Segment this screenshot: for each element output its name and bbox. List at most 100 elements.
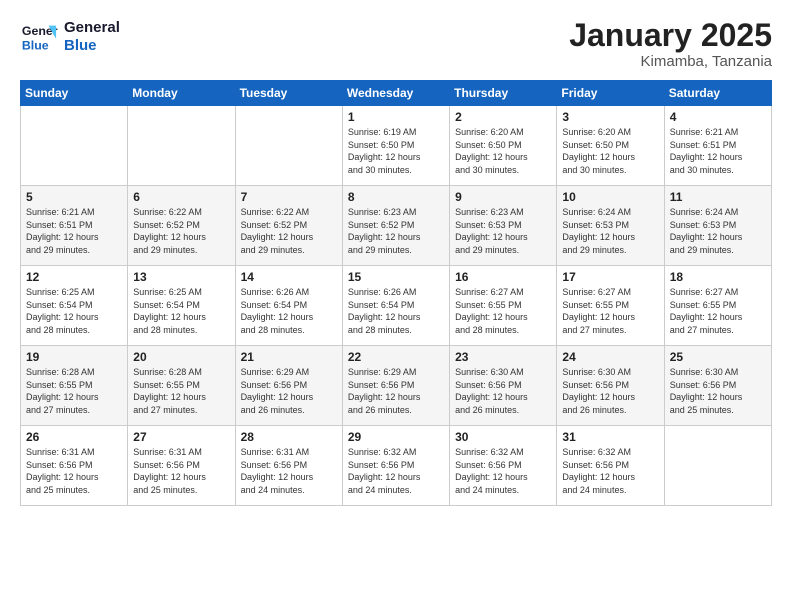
day-cell: 16Sunrise: 6:27 AM Sunset: 6:55 PM Dayli… <box>450 266 557 346</box>
day-number: 24 <box>562 350 658 364</box>
week-row-5: 26 Sunrise: 6:31 AM Sunset: 6:56 PM Dayli… <box>21 426 772 506</box>
day-number: 7 <box>241 190 337 204</box>
day-info: Sunrise: 6:30 AM Sunset: 6:56 PM Dayligh… <box>562 366 658 416</box>
day-info: Sunrise: 6:32 AM Sunset: 6:56 PM Dayligh… <box>562 446 658 496</box>
day-cell: 27Sunrise: 6:31 AM Sunset: 6:56 PM Dayli… <box>128 426 235 506</box>
day-cell: 26 Sunrise: 6:31 AM Sunset: 6:56 PM Dayli… <box>21 426 128 506</box>
day-cell: 14 Sunrise: 6:26 AM Sunset: 6:54 PM Dayli… <box>235 266 342 346</box>
day-info: Sunrise: 6:26 AM Sunset: 6:54 PM Dayligh… <box>241 286 337 336</box>
day-number: 8 <box>348 190 444 204</box>
day-info: Sunrise: 6:24 AM Sunset: 6:53 PM Dayligh… <box>670 206 766 256</box>
day-number: 6 <box>133 190 229 204</box>
svg-text:Blue: Blue <box>22 38 49 52</box>
day-cell: 13 Sunrise: 6:25 AM Sunset: 6:54 PM Dayli… <box>128 266 235 346</box>
week-row-4: 19 Sunrise: 6:28 AM Sunset: 6:55 PM Dayli… <box>21 346 772 426</box>
page: General Blue General Blue January 2025 K… <box>0 0 792 612</box>
day-cell: 4Sunrise: 6:21 AM Sunset: 6:51 PM Daylig… <box>664 106 771 186</box>
col-thursday: Thursday <box>450 81 557 106</box>
day-cell <box>128 106 235 186</box>
day-number: 27 <box>133 430 229 444</box>
day-info: Sunrise: 6:25 AM Sunset: 6:54 PM Dayligh… <box>133 286 229 336</box>
day-info: Sunrise: 6:30 AM Sunset: 6:56 PM Dayligh… <box>670 366 766 416</box>
day-info: Sunrise: 6:24 AM Sunset: 6:53 PM Dayligh… <box>562 206 658 256</box>
day-number: 2 <box>455 110 551 124</box>
day-info: Sunrise: 6:32 AM Sunset: 6:56 PM Dayligh… <box>348 446 444 496</box>
day-info: Sunrise: 6:23 AM Sunset: 6:53 PM Dayligh… <box>455 206 551 256</box>
day-cell <box>21 106 128 186</box>
day-info: Sunrise: 6:31 AM Sunset: 6:56 PM Dayligh… <box>26 446 122 496</box>
week-row-1: 1 Sunrise: 6:19 AM Sunset: 6:50 PM Daylig… <box>21 106 772 186</box>
day-info: Sunrise: 6:32 AM Sunset: 6:56 PM Dayligh… <box>455 446 551 496</box>
day-info: Sunrise: 6:28 AM Sunset: 6:55 PM Dayligh… <box>26 366 122 416</box>
day-cell: 1 Sunrise: 6:19 AM Sunset: 6:50 PM Daylig… <box>342 106 449 186</box>
day-cell: 31Sunrise: 6:32 AM Sunset: 6:56 PM Dayli… <box>557 426 664 506</box>
calendar-table: Sunday Monday Tuesday Wednesday Thursday… <box>20 80 772 506</box>
day-info: Sunrise: 6:19 AM Sunset: 6:50 PM Dayligh… <box>348 126 444 176</box>
day-cell: 23Sunrise: 6:30 AM Sunset: 6:56 PM Dayli… <box>450 346 557 426</box>
col-tuesday: Tuesday <box>235 81 342 106</box>
day-info: Sunrise: 6:22 AM Sunset: 6:52 PM Dayligh… <box>241 206 337 256</box>
day-cell: 20Sunrise: 6:28 AM Sunset: 6:55 PM Dayli… <box>128 346 235 426</box>
logo: General Blue General Blue <box>20 18 120 56</box>
calendar-subtitle: Kimamba, Tanzania <box>569 53 772 70</box>
header-row: Sunday Monday Tuesday Wednesday Thursday… <box>21 81 772 106</box>
header: General Blue General Blue January 2025 K… <box>20 18 772 70</box>
day-info: Sunrise: 6:31 AM Sunset: 6:56 PM Dayligh… <box>241 446 337 496</box>
day-cell: 25 Sunrise: 6:30 AM Sunset: 6:56 PM Dayli… <box>664 346 771 426</box>
day-info: Sunrise: 6:25 AM Sunset: 6:54 PM Dayligh… <box>26 286 122 336</box>
day-number: 5 <box>26 190 122 204</box>
day-number: 13 <box>133 270 229 284</box>
day-cell: 22Sunrise: 6:29 AM Sunset: 6:56 PM Dayli… <box>342 346 449 426</box>
day-number: 30 <box>455 430 551 444</box>
day-number: 12 <box>26 270 122 284</box>
day-info: Sunrise: 6:20 AM Sunset: 6:50 PM Dayligh… <box>455 126 551 176</box>
col-saturday: Saturday <box>664 81 771 106</box>
title-block: January 2025 Kimamba, Tanzania <box>569 18 772 70</box>
day-cell: 7 Sunrise: 6:22 AM Sunset: 6:52 PM Daylig… <box>235 186 342 266</box>
day-number: 11 <box>670 190 766 204</box>
day-number: 16 <box>455 270 551 284</box>
day-number: 28 <box>241 430 337 444</box>
day-cell: 8Sunrise: 6:23 AM Sunset: 6:52 PM Daylig… <box>342 186 449 266</box>
logo-general: General <box>64 19 120 37</box>
day-info: Sunrise: 6:27 AM Sunset: 6:55 PM Dayligh… <box>562 286 658 336</box>
logo-blue: Blue <box>64 37 120 55</box>
day-info: Sunrise: 6:29 AM Sunset: 6:56 PM Dayligh… <box>241 366 337 416</box>
day-number: 18 <box>670 270 766 284</box>
day-number: 29 <box>348 430 444 444</box>
day-cell: 9Sunrise: 6:23 AM Sunset: 6:53 PM Daylig… <box>450 186 557 266</box>
day-number: 17 <box>562 270 658 284</box>
day-cell: 18Sunrise: 6:27 AM Sunset: 6:55 PM Dayli… <box>664 266 771 346</box>
day-cell: 29 Sunrise: 6:32 AM Sunset: 6:56 PM Dayli… <box>342 426 449 506</box>
day-number: 1 <box>348 110 444 124</box>
day-cell: 10 Sunrise: 6:24 AM Sunset: 6:53 PM Dayli… <box>557 186 664 266</box>
day-info: Sunrise: 6:21 AM Sunset: 6:51 PM Dayligh… <box>26 206 122 256</box>
day-cell: 5 Sunrise: 6:21 AM Sunset: 6:51 PM Daylig… <box>21 186 128 266</box>
logo-icon: General Blue <box>20 18 58 56</box>
day-number: 14 <box>241 270 337 284</box>
day-cell: 24 Sunrise: 6:30 AM Sunset: 6:56 PM Dayli… <box>557 346 664 426</box>
day-number: 21 <box>241 350 337 364</box>
col-sunday: Sunday <box>21 81 128 106</box>
day-cell <box>664 426 771 506</box>
day-cell: 19 Sunrise: 6:28 AM Sunset: 6:55 PM Dayli… <box>21 346 128 426</box>
col-friday: Friday <box>557 81 664 106</box>
day-cell: 21 Sunrise: 6:29 AM Sunset: 6:56 PM Dayli… <box>235 346 342 426</box>
day-number: 4 <box>670 110 766 124</box>
day-cell: 11 Sunrise: 6:24 AM Sunset: 6:53 PM Dayli… <box>664 186 771 266</box>
calendar-title: January 2025 <box>569 18 772 53</box>
day-number: 26 <box>26 430 122 444</box>
day-info: Sunrise: 6:30 AM Sunset: 6:56 PM Dayligh… <box>455 366 551 416</box>
day-cell: 2 Sunrise: 6:20 AM Sunset: 6:50 PM Daylig… <box>450 106 557 186</box>
day-info: Sunrise: 6:28 AM Sunset: 6:55 PM Dayligh… <box>133 366 229 416</box>
day-number: 25 <box>670 350 766 364</box>
day-cell: 28 Sunrise: 6:31 AM Sunset: 6:56 PM Dayli… <box>235 426 342 506</box>
day-info: Sunrise: 6:26 AM Sunset: 6:54 PM Dayligh… <box>348 286 444 336</box>
day-info: Sunrise: 6:20 AM Sunset: 6:50 PM Dayligh… <box>562 126 658 176</box>
day-info: Sunrise: 6:29 AM Sunset: 6:56 PM Dayligh… <box>348 366 444 416</box>
day-number: 10 <box>562 190 658 204</box>
day-number: 19 <box>26 350 122 364</box>
week-row-3: 12 Sunrise: 6:25 AM Sunset: 6:54 PM Dayli… <box>21 266 772 346</box>
day-info: Sunrise: 6:22 AM Sunset: 6:52 PM Dayligh… <box>133 206 229 256</box>
col-wednesday: Wednesday <box>342 81 449 106</box>
